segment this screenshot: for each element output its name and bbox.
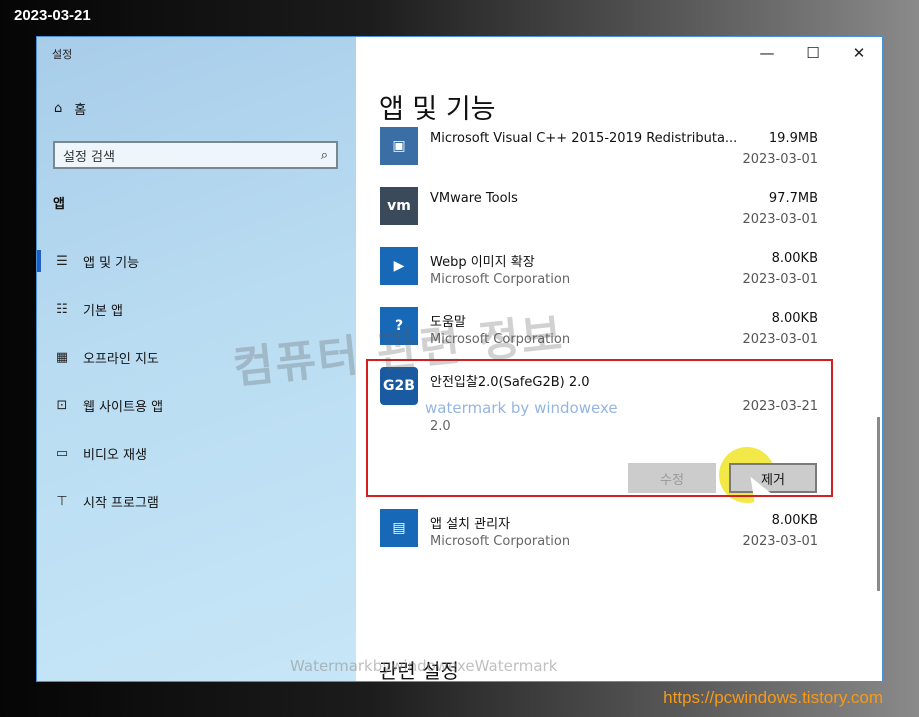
close-icon[interactable]: ✕ xyxy=(836,37,882,69)
app-name: 안전입찰2.0(SafeG2B) 2.0 xyxy=(430,375,590,390)
list-item[interactable]: ▶ Webp 이미지 확장 Microsoft Corporation 8.00… xyxy=(379,247,824,307)
sidebar-item-label: 비디오 재생 xyxy=(83,447,147,463)
app-date: 2023-03-01 xyxy=(742,272,818,287)
settings-window: 설정 ⌂ 홈 설정 검색 ⌕ 앱 ☰ 앱 및 기능 ☷ 기본 앱 ▦ 오프라인 … xyxy=(36,36,883,682)
minimize-icon[interactable]: — xyxy=(744,37,790,69)
search-input[interactable]: 설정 검색 ⌕ xyxy=(53,141,338,169)
app-size: 19.9MB xyxy=(768,131,818,146)
app-date: 2023-03-01 xyxy=(742,332,818,347)
sidebar-home[interactable]: ⌂ 홈 xyxy=(54,99,86,118)
window-title: 설정 xyxy=(52,48,73,61)
sidebar-item-video-playback[interactable]: ▭ 비디오 재생 xyxy=(37,429,356,477)
list-item-selected[interactable]: G2B 안전입찰2.0(SafeG2B) 2.0 2023-03-21 2.0 … xyxy=(379,367,824,509)
sidebar-item-startup[interactable]: ⊤ 시작 프로그램 xyxy=(37,477,356,525)
app-publisher: Microsoft Corporation xyxy=(430,272,571,287)
list-item[interactable]: ▤ 앱 설치 관리자 Microsoft Corporation 8.00KB … xyxy=(379,509,824,569)
url-stamp: https://pcwindows.tistory.com xyxy=(663,688,883,707)
app-date: 2023-03-01 xyxy=(742,212,818,227)
app-size: 8.00KB xyxy=(771,513,818,528)
scrollbar[interactable] xyxy=(877,417,880,591)
startup-icon: ⊤ xyxy=(56,493,68,509)
page-title: 앱 및 기능 xyxy=(379,94,496,125)
app-size: 8.00KB xyxy=(771,311,818,326)
app-name: Microsoft Visual C++ 2015-2019 Redistrib… xyxy=(430,131,738,146)
app-date: 2023-03-01 xyxy=(742,152,818,167)
app-name: 앱 설치 관리자 xyxy=(430,517,511,532)
app-date: 2023-03-21 xyxy=(742,399,818,414)
window-controls: — ☐ ✕ xyxy=(744,37,882,69)
search-placeholder: 설정 검색 xyxy=(63,149,115,165)
uninstall-button[interactable]: 제거 xyxy=(729,463,817,493)
app-size: 97.7MB xyxy=(768,191,818,206)
section-label: 앱 xyxy=(53,197,65,212)
apps-for-websites-icon: ⊡ xyxy=(56,397,68,413)
offline-maps-icon: ▦ xyxy=(55,349,69,365)
vmware-icon: vm xyxy=(380,187,418,225)
default-apps-icon: ☷ xyxy=(56,301,68,317)
video-playback-icon: ▭ xyxy=(55,445,69,461)
app-date: 2023-03-01 xyxy=(742,534,818,549)
app-installer-icon: ▤ xyxy=(380,509,418,547)
app-name: VMware Tools xyxy=(430,191,518,206)
watermark-bottom: WatermarkbywindowexeWatermark xyxy=(290,657,558,675)
app-name: Webp 이미지 확장 xyxy=(430,255,535,270)
list-item[interactable]: ▣ Microsoft Visual C++ 2015-2019 Redistr… xyxy=(379,127,824,187)
watermark-small: watermark by windowexe xyxy=(425,399,618,417)
home-label: 홈 xyxy=(74,103,87,118)
search-icon: ⌕ xyxy=(320,147,328,163)
list-item[interactable]: vm VMware Tools 97.7MB 2023-03-01 xyxy=(379,187,824,247)
sidebar-item-label: 앱 및 기능 xyxy=(83,255,140,271)
home-icon: ⌂ xyxy=(54,101,63,116)
date-stamp: 2023-03-21 xyxy=(14,7,91,24)
maximize-icon[interactable]: ☐ xyxy=(790,37,836,69)
app-publisher: Microsoft Corporation xyxy=(430,534,571,549)
installer-icon: ▣ xyxy=(380,127,418,165)
app-version: 2.0 xyxy=(430,419,451,434)
app-size: 8.00KB xyxy=(771,251,818,266)
sidebar-item-label: 웹 사이트용 앱 xyxy=(83,399,164,415)
apps-features-icon: ☰ xyxy=(56,253,68,269)
sidebar-item-label: 오프라인 지도 xyxy=(83,351,159,367)
sidebar-item-label: 기본 앱 xyxy=(83,303,124,319)
modify-button[interactable]: 수정 xyxy=(628,463,716,493)
webp-extension-icon: ▶ xyxy=(380,247,418,285)
sidebar-item-apps-features[interactable]: ☰ 앱 및 기능 xyxy=(37,237,356,285)
sidebar-item-label: 시작 프로그램 xyxy=(83,495,159,511)
